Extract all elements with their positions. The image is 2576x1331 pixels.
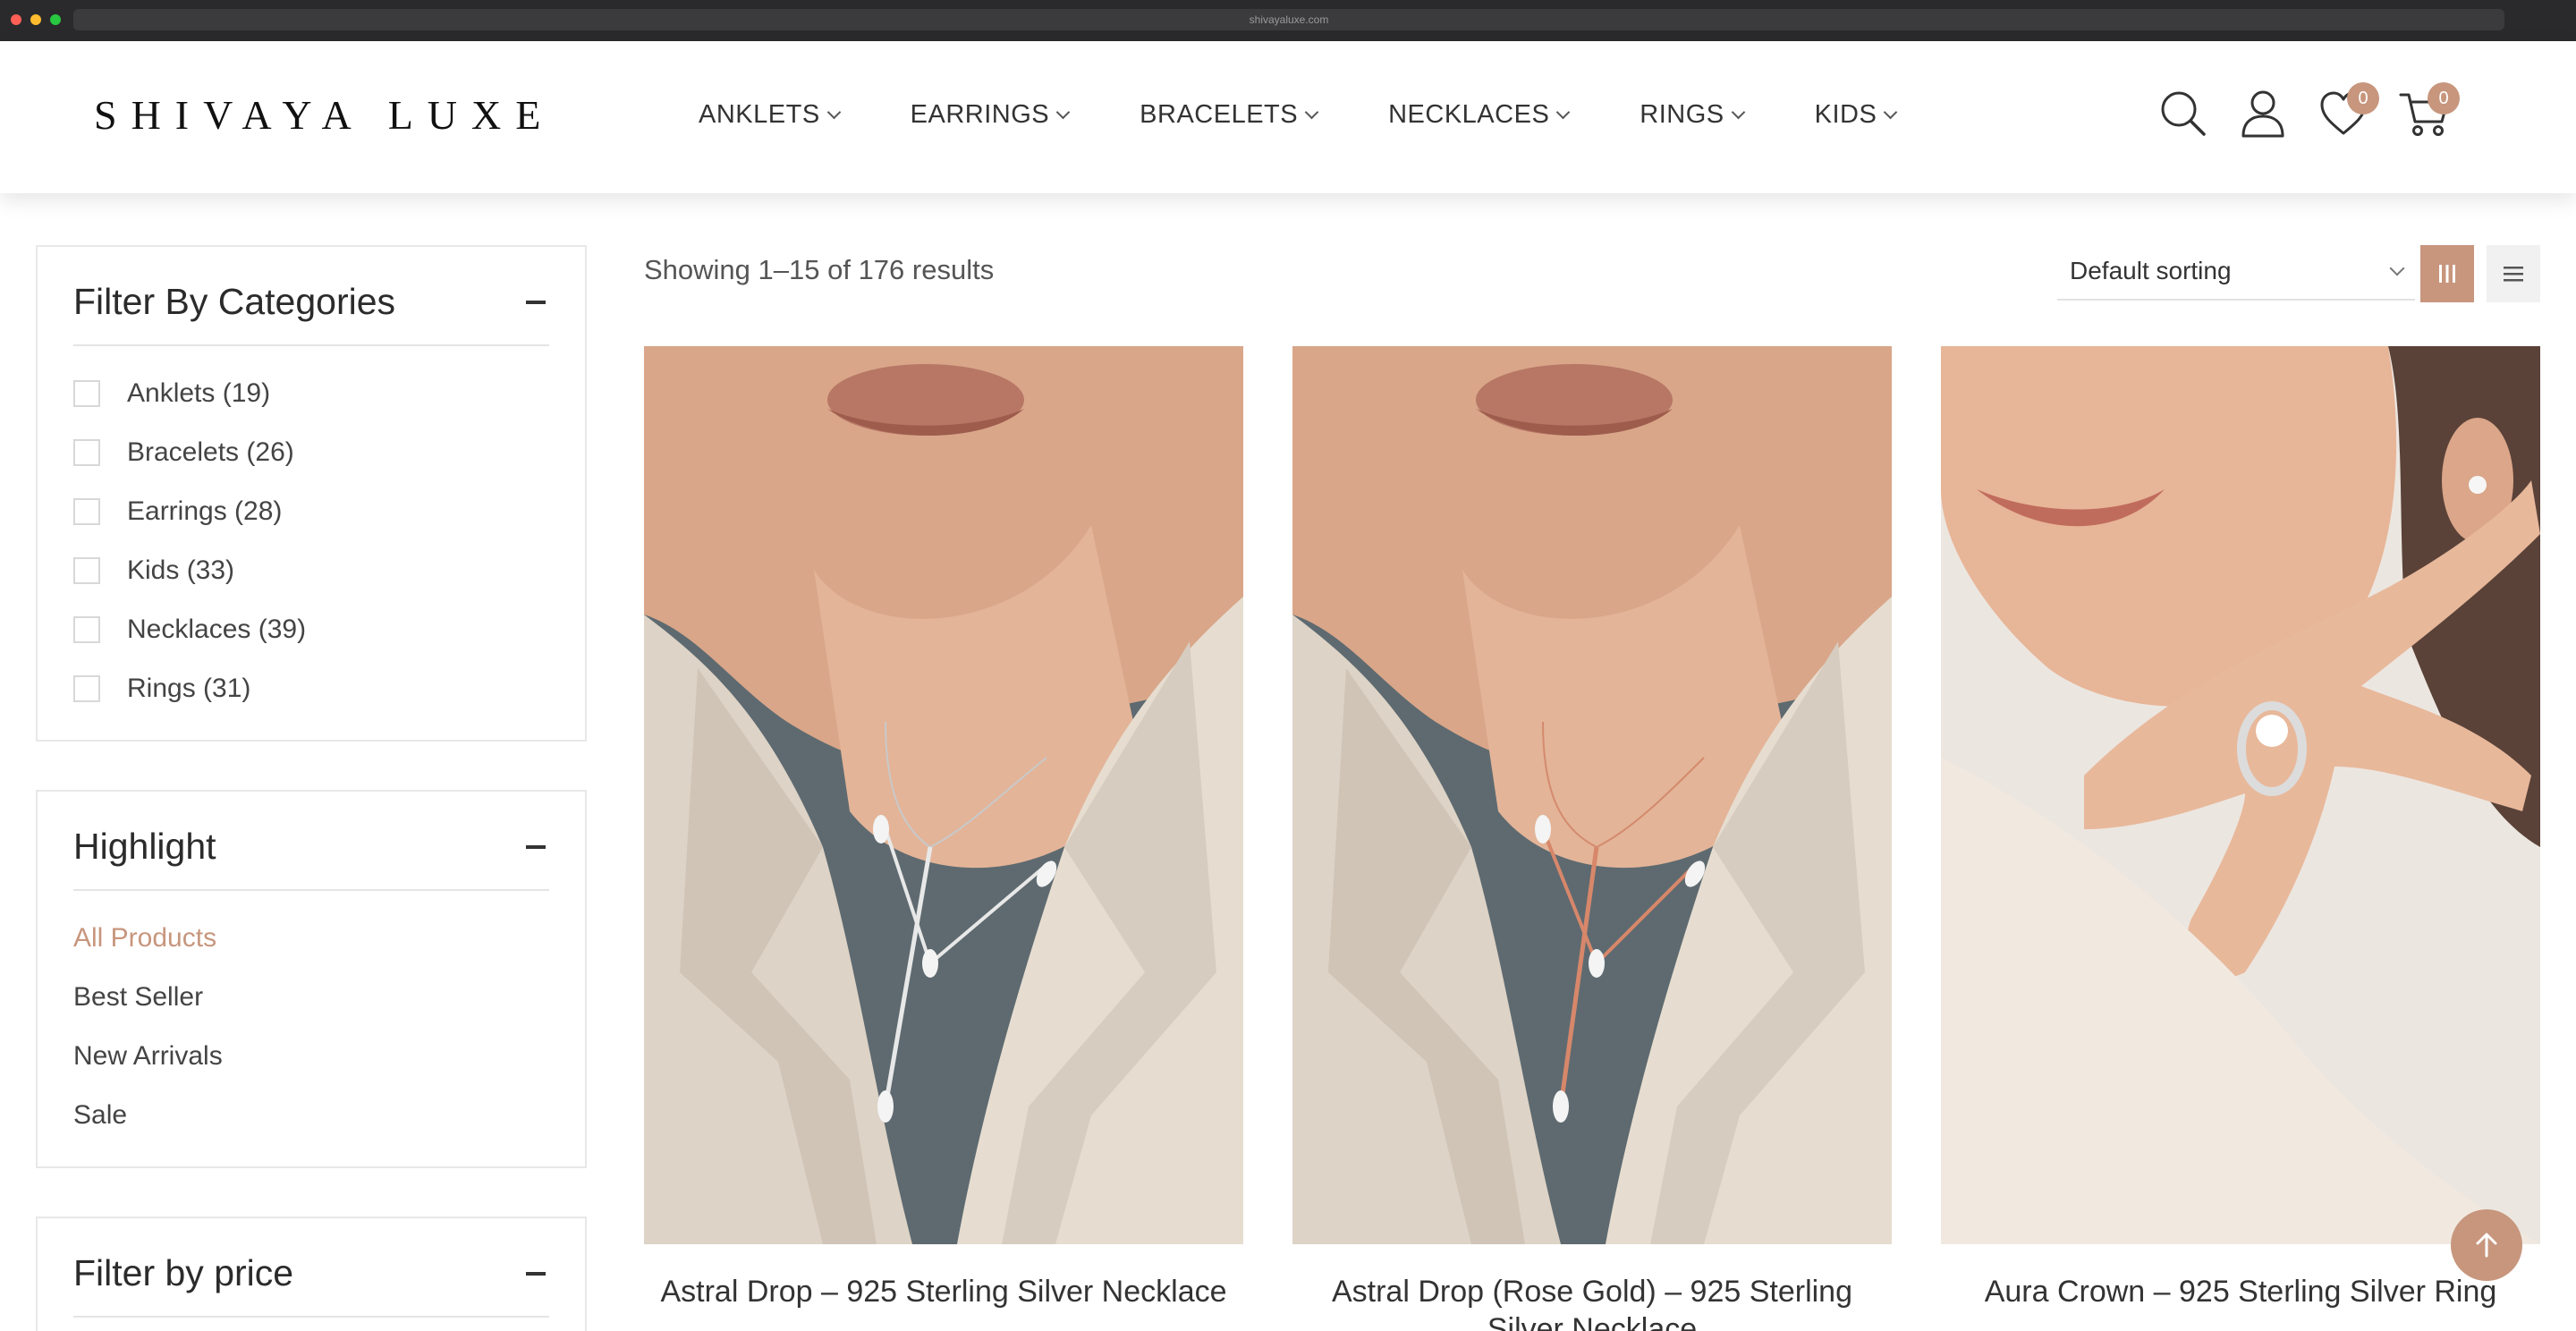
- product-card[interactable]: Astral Drop – 925 Sterling Silver Neckla…: [644, 346, 1243, 1310]
- collapse-minus-icon[interactable]: [526, 844, 546, 849]
- shop-sidebar: Filter By Categories Anklets (19) Bracel…: [36, 245, 587, 1331]
- close-window-button[interactable]: [11, 14, 21, 25]
- highlight-list: All Products Best Seller New Arrivals Sa…: [73, 891, 549, 1145]
- highlight-all-products[interactable]: All Products: [73, 909, 549, 968]
- main-nav: ANKLETS EARRINGS BRACELETS NECKLACES RIN…: [699, 100, 1967, 130]
- collapse-minus-icon[interactable]: [526, 300, 546, 304]
- arrow-up-icon: [2476, 1233, 2497, 1258]
- chevron-down-icon: [826, 105, 841, 120]
- category-item-necklaces[interactable]: Necklaces (39): [73, 600, 549, 659]
- chevron-down-icon: [1884, 105, 1898, 120]
- chevron-down-icon: [1055, 105, 1071, 120]
- maximize-window-button[interactable]: [50, 14, 61, 25]
- category-label: Kids (33): [127, 555, 235, 585]
- cart-count-badge: 0: [2428, 82, 2460, 114]
- product-title[interactable]: Astral Drop (Rose Gold) – 925 Sterling S…: [1292, 1273, 1892, 1331]
- nav-label: KIDS: [1814, 100, 1877, 129]
- browser-chrome: shivayaluxe.com: [0, 0, 2576, 41]
- widget-title: Filter By Categories: [73, 281, 396, 322]
- category-label: Anklets (19): [127, 378, 271, 408]
- chevron-down-icon: [1731, 105, 1745, 120]
- product-card[interactable]: Aura Crown – 925 Sterling Silver Ring: [1941, 346, 2540, 1310]
- category-item-rings[interactable]: Rings (31): [73, 659, 549, 718]
- nav-label: NECKLACES: [1388, 100, 1550, 129]
- header-icons: 0 0: [2156, 82, 2478, 140]
- wishlist-count-badge: 0: [2347, 82, 2379, 114]
- scroll-to-top-button[interactable]: [2451, 1209, 2522, 1281]
- category-label: Bracelets (26): [127, 437, 294, 467]
- site-header: SHIVAYA LUXE ANKLETS EARRINGS BRACELETS …: [0, 41, 2576, 193]
- category-item-bracelets[interactable]: Bracelets (26): [73, 423, 549, 482]
- highlight-new-arrivals[interactable]: New Arrivals: [73, 1027, 549, 1086]
- category-label: Rings (31): [127, 674, 251, 703]
- category-checkbox[interactable]: [73, 439, 100, 466]
- category-item-anklets[interactable]: Anklets (19): [73, 364, 549, 423]
- category-label: Earrings (28): [127, 496, 283, 526]
- sorting-select[interactable]: Default sorting: [2057, 243, 2415, 301]
- widget-header: Filter By Categories: [73, 281, 549, 346]
- product-title[interactable]: Astral Drop – 925 Sterling Silver Neckla…: [644, 1273, 1243, 1310]
- price-filter-widget: Filter by price: [36, 1217, 587, 1331]
- category-checkbox[interactable]: [73, 675, 100, 702]
- list-view-icon: [2504, 267, 2523, 282]
- sorting-value: Default sorting: [2070, 257, 2232, 284]
- nav-item-rings[interactable]: RINGS: [1640, 100, 1745, 130]
- minimize-window-button[interactable]: [30, 14, 41, 25]
- product-title[interactable]: Aura Crown – 925 Sterling Silver Ring: [1941, 1273, 2540, 1310]
- category-item-earrings[interactable]: Earrings (28): [73, 482, 549, 541]
- collapse-minus-icon[interactable]: [526, 1271, 546, 1276]
- category-list: Anklets (19) Bracelets (26) Earrings (28…: [73, 346, 549, 718]
- nav-label: RINGS: [1640, 100, 1724, 129]
- nav-label: BRACELETS: [1140, 100, 1299, 129]
- widget-header: Highlight: [73, 826, 549, 891]
- widget-header: Filter by price: [73, 1252, 549, 1318]
- cart-button[interactable]: 0: [2397, 82, 2460, 140]
- search-button[interactable]: [2156, 86, 2209, 140]
- category-item-kids[interactable]: Kids (33): [73, 541, 549, 600]
- site-logo[interactable]: SHIVAYA LUXE: [94, 91, 555, 139]
- product-image[interactable]: [1292, 346, 1892, 1244]
- grid-view-icon: [2439, 265, 2455, 283]
- product-photo-ring: [1941, 346, 2540, 1244]
- category-checkbox[interactable]: [73, 616, 100, 643]
- address-bar[interactable]: shivayaluxe.com: [73, 9, 2504, 30]
- highlight-widget: Highlight All Products Best Seller New A…: [36, 790, 587, 1168]
- widget-title: Filter by price: [73, 1252, 294, 1293]
- nav-label: ANKLETS: [699, 100, 820, 129]
- product-image[interactable]: [1941, 346, 2540, 1244]
- chevron-down-icon: [1556, 105, 1571, 120]
- widget-title: Highlight: [73, 826, 216, 867]
- category-checkbox[interactable]: [73, 380, 100, 407]
- category-checkbox[interactable]: [73, 557, 100, 584]
- user-icon: [2241, 90, 2284, 138]
- grid-view-button[interactable]: [2420, 245, 2474, 302]
- product-photo-necklace-rose-gold: [1292, 346, 1892, 1244]
- account-button[interactable]: [2236, 86, 2290, 140]
- nav-item-bracelets[interactable]: BRACELETS: [1140, 100, 1319, 130]
- nav-item-necklaces[interactable]: NECKLACES: [1388, 100, 1571, 130]
- list-view-button[interactable]: [2487, 245, 2540, 302]
- nav-label: EARRINGS: [910, 100, 1050, 129]
- category-checkbox[interactable]: [73, 498, 100, 525]
- nav-item-anklets[interactable]: ANKLETS: [699, 100, 841, 130]
- nav-item-kids[interactable]: KIDS: [1814, 100, 1898, 130]
- result-count: Showing 1–15 of 176 results: [644, 254, 995, 285]
- search-icon: [2161, 91, 2206, 136]
- highlight-best-seller[interactable]: Best Seller: [73, 968, 549, 1027]
- chevron-down-icon: [1304, 105, 1319, 120]
- nav-item-earrings[interactable]: EARRINGS: [910, 100, 1071, 130]
- product-image[interactable]: [644, 346, 1243, 1244]
- wishlist-button[interactable]: 0: [2317, 82, 2379, 140]
- product-photo-necklace-silver: [644, 346, 1243, 1244]
- chevron-down-icon: [2389, 260, 2405, 276]
- product-card[interactable]: Astral Drop (Rose Gold) – 925 Sterling S…: [1292, 346, 1892, 1331]
- category-filter-widget: Filter By Categories Anklets (19) Bracel…: [36, 245, 587, 742]
- category-label: Necklaces (39): [127, 615, 307, 644]
- highlight-sale[interactable]: Sale: [73, 1086, 549, 1145]
